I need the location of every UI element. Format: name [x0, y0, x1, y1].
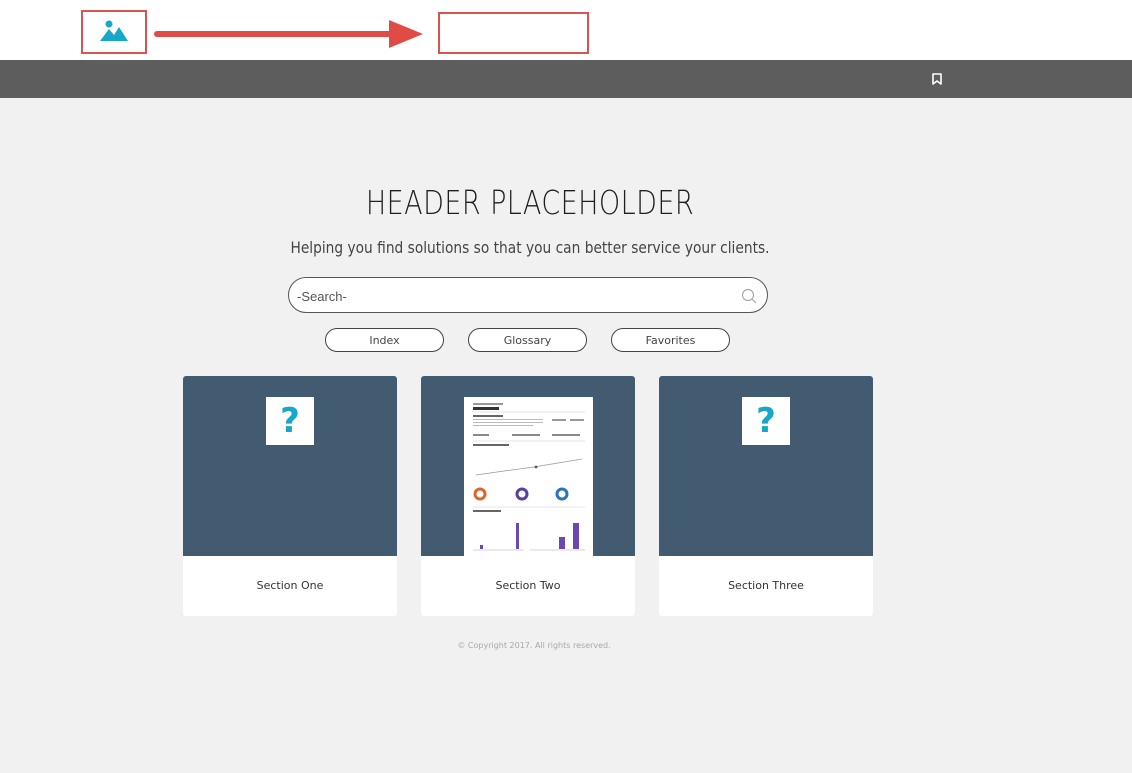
search-input[interactable]	[295, 283, 729, 309]
top-header	[0, 0, 1132, 60]
card-section-two[interactable]: Section Two	[421, 376, 635, 616]
page-subtitle: Helping you find solutions so that you c…	[290, 238, 770, 257]
image-placeholder-icon	[100, 19, 128, 46]
card-section-three[interactable]: ? Section Three	[659, 376, 873, 616]
logo-placeholder-box	[438, 12, 589, 54]
card-media: ?	[183, 376, 397, 556]
favorites-button[interactable]: Favorites	[611, 328, 730, 352]
nav-bar	[0, 60, 1132, 98]
logo-highlight-box[interactable]	[81, 10, 147, 54]
copyright-text: © Copyright 2017. All rights reserved.	[457, 641, 611, 650]
search-icon[interactable]	[741, 288, 757, 304]
annotation-arrow	[154, 20, 423, 48]
index-button[interactable]: Index	[325, 328, 444, 352]
card-label: Section Three	[728, 579, 804, 592]
card-media: ?	[659, 376, 873, 556]
bookmark-icon[interactable]	[930, 71, 944, 87]
glossary-button[interactable]: Glossary	[468, 328, 587, 352]
card-section-one[interactable]: ? Section One	[183, 376, 397, 616]
page-title: HEADER PLACEHOLDER	[365, 183, 695, 222]
card-media	[421, 376, 635, 556]
document-thumbnail	[464, 397, 593, 556]
search-bar	[288, 277, 768, 313]
question-mark-icon: ?	[742, 397, 790, 445]
card-label: Section One	[256, 579, 324, 592]
card-label: Section Two	[495, 579, 561, 592]
question-mark-icon: ?	[266, 397, 314, 445]
